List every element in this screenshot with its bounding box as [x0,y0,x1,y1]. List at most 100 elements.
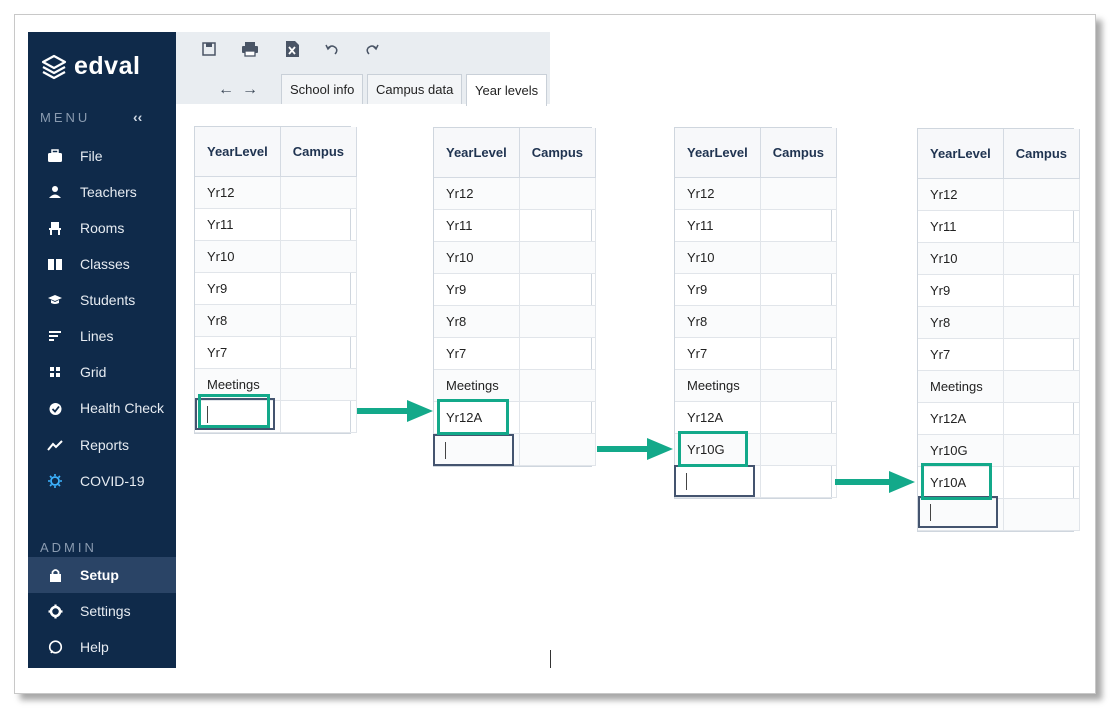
campus-cell[interactable] [760,369,838,402]
campus-cell[interactable] [280,240,358,273]
active-edit-cell[interactable] [433,434,514,466]
sidebar-item-setup[interactable]: Setup [28,557,176,593]
year-level-cell[interactable]: Yr9 [675,273,761,306]
year-level-cell[interactable]: Yr12A [675,401,761,434]
sidebar-item-help[interactable]: Help [28,629,176,665]
campus-cell[interactable] [1003,370,1081,403]
collapse-sidebar-button[interactable]: ‹‹ [133,109,142,125]
campus-cell[interactable] [760,337,838,370]
year-level-cell[interactable]: Yr11 [434,209,520,242]
campus-cell[interactable] [1003,338,1081,371]
sidebar-item-grid[interactable]: Grid [28,354,176,390]
year-level-cell[interactable]: Yr12A [918,402,1004,435]
campus-cell[interactable] [280,176,358,209]
campus-cell[interactable] [519,273,597,306]
campus-cell[interactable] [760,209,838,242]
save-icon[interactable] [198,38,220,60]
sidebar-item-classes[interactable]: Classes [28,246,176,282]
campus-cell[interactable] [519,369,597,402]
tab-school-info[interactable]: School info [281,74,364,104]
year-level-cell[interactable]: Yr8 [195,304,281,337]
redo-icon[interactable] [361,38,383,60]
undo-icon[interactable] [321,38,343,60]
year-level-cell[interactable]: Yr11 [195,208,281,241]
active-edit-cell[interactable] [918,496,998,528]
campus-cell[interactable] [1003,178,1081,211]
year-level-cell[interactable]: Meetings [918,370,1004,403]
sidebar-item-reports[interactable]: Reports [28,427,176,463]
campus-cell[interactable] [519,401,597,434]
campus-cell[interactable] [280,400,358,433]
year-level-cell[interactable]: Yr8 [675,305,761,338]
campus-cell[interactable] [280,272,358,305]
campus-cell[interactable] [1003,402,1081,435]
year-level-cell[interactable]: Meetings [434,369,520,402]
campus-cell[interactable] [760,401,838,434]
year-level-cell[interactable]: Yr12 [918,178,1004,211]
year-level-cell[interactable]: Yr8 [918,306,1004,339]
campus-cell[interactable] [519,433,597,466]
tab-year-levels[interactable]: Year levels [466,74,548,106]
campus-cell[interactable] [760,241,838,274]
campus-cell[interactable] [1003,466,1081,499]
campus-cell[interactable] [280,336,358,369]
campus-cell[interactable] [1003,434,1081,467]
sidebar-item-settings[interactable]: Settings [28,593,176,629]
year-level-cell[interactable]: Yr12 [434,177,520,210]
active-edit-cell[interactable] [674,465,755,497]
campus-cell[interactable] [760,177,838,210]
column-header[interactable]: YearLevel [675,128,761,178]
year-level-cell[interactable]: Yr10G [918,434,1004,467]
year-level-cell[interactable]: Yr11 [918,210,1004,243]
year-level-cell[interactable]: Yr10 [675,241,761,274]
campus-cell[interactable] [1003,210,1081,243]
column-header[interactable]: Campus [1003,129,1081,179]
year-level-cell[interactable]: Yr8 [434,305,520,338]
sidebar-item-teachers[interactable]: Teachers [28,174,176,210]
year-level-cell[interactable]: Yr7 [434,337,520,370]
campus-cell[interactable] [760,465,838,498]
campus-cell[interactable] [760,273,838,306]
campus-cell[interactable] [519,337,597,370]
year-level-cell[interactable]: Yr12 [195,176,281,209]
year-level-cell[interactable]: Yr7 [195,336,281,369]
year-level-cell[interactable]: Yr9 [434,273,520,306]
campus-cell[interactable] [1003,306,1081,339]
column-header[interactable]: Campus [280,127,358,177]
sidebar-item-file[interactable]: File [28,138,176,174]
campus-cell[interactable] [519,241,597,274]
column-header[interactable]: YearLevel [195,127,281,177]
column-header[interactable]: Campus [760,128,838,178]
column-header[interactable]: YearLevel [434,128,520,178]
year-level-cell[interactable]: Yr10 [918,242,1004,275]
campus-cell[interactable] [760,305,838,338]
campus-cell[interactable] [280,368,358,401]
sidebar-item-lines[interactable]: Lines [28,318,176,354]
column-header[interactable]: Campus [519,128,597,178]
year-level-cell[interactable]: Yr7 [675,337,761,370]
campus-cell[interactable] [280,208,358,241]
sidebar-item-covid[interactable]: COVID-19 [28,463,176,499]
column-header[interactable]: YearLevel [918,129,1004,179]
excel-icon[interactable] [281,38,303,60]
campus-cell[interactable] [1003,242,1081,275]
campus-cell[interactable] [519,177,597,210]
campus-cell[interactable] [519,305,597,338]
print-icon[interactable] [239,38,261,60]
campus-cell[interactable] [280,304,358,337]
sidebar-item-students[interactable]: Students [28,282,176,318]
campus-cell[interactable] [1003,274,1081,307]
year-level-cell[interactable]: Yr9 [195,272,281,305]
year-level-cell[interactable]: Yr11 [675,209,761,242]
year-level-cell[interactable]: Yr7 [918,338,1004,371]
sidebar-item-rooms[interactable]: Rooms [28,210,176,246]
year-level-cell[interactable]: Yr12 [675,177,761,210]
campus-cell[interactable] [1003,498,1081,531]
tab-campus-data[interactable]: Campus data [367,74,463,104]
forward-button[interactable]: → [242,81,258,99]
sidebar-item-health-check[interactable]: Health Check [28,390,176,426]
year-level-cell[interactable]: Meetings [675,369,761,402]
year-level-cell[interactable]: Yr10 [434,241,520,274]
year-level-cell[interactable]: Yr10 [195,240,281,273]
back-button[interactable]: ← [218,81,234,99]
